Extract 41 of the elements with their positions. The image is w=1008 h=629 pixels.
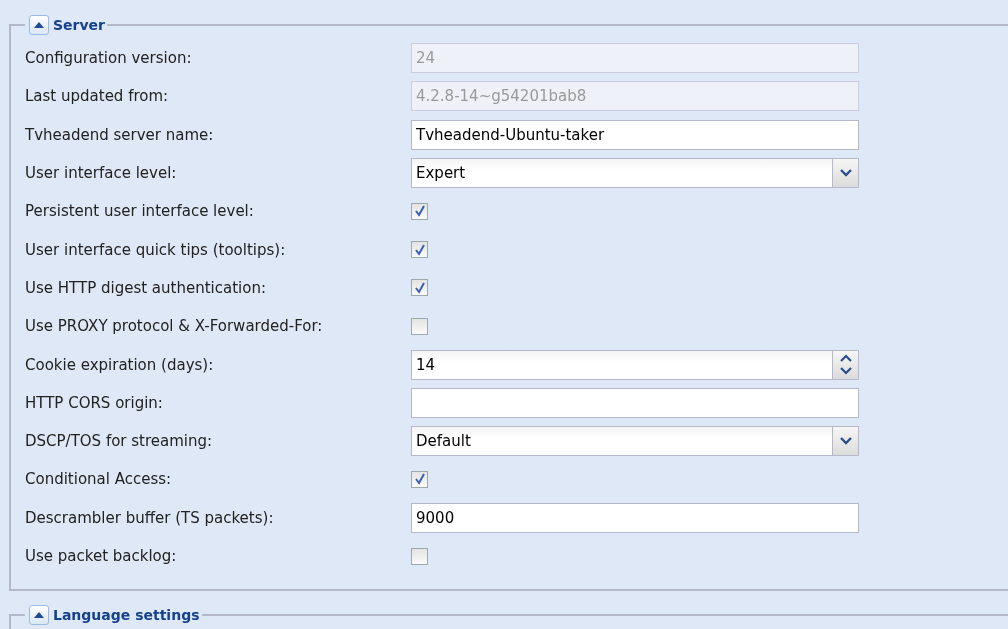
- field-label: Use HTTP digest authentication:: [25, 278, 267, 297]
- checkbox[interactable]: [411, 317, 428, 335]
- checkmark-icon: [413, 281, 426, 294]
- field-label: User interface quick tips (tooltips):: [25, 240, 287, 259]
- number-field[interactable]: 14: [411, 349, 859, 380]
- dropdown-field[interactable]: Default: [411, 426, 859, 457]
- section-title: Server: [53, 17, 105, 33]
- field-label: Descrambler buffer (TS packets):: [25, 508, 275, 527]
- field-label: Use PROXY protocol & X-Forwarded-For:: [25, 317, 324, 336]
- spinner-buttons[interactable]: [832, 350, 858, 379]
- chevron-down-icon: [839, 437, 852, 446]
- field-label: User interface level:: [25, 164, 178, 183]
- text-field[interactable]: Tvheadend-Ubuntu-taker: [411, 119, 859, 150]
- chevron-down-icon: [839, 169, 852, 178]
- dropdown-trigger[interactable]: [832, 159, 858, 188]
- text-field[interactable]: [411, 387, 859, 418]
- field-label: Last updated from:: [25, 87, 170, 106]
- dropdown-field[interactable]: Expert: [411, 158, 859, 189]
- field-label: Tvheadend server name:: [25, 125, 215, 144]
- checkbox[interactable]: [411, 202, 428, 220]
- checkmark-icon: [413, 205, 426, 218]
- checkbox[interactable]: [411, 470, 428, 488]
- section-title: Language settings: [53, 607, 200, 624]
- checkmark-icon: [413, 243, 426, 256]
- checkbox[interactable]: [411, 547, 428, 565]
- field-label: Persistent user interface level:: [25, 202, 255, 221]
- field-label: HTTP CORS origin:: [25, 393, 164, 412]
- checkbox[interactable]: [411, 241, 428, 259]
- collapse-toggle[interactable]: [29, 605, 49, 626]
- dropdown-trigger[interactable]: [832, 427, 858, 456]
- field-label: Cookie expiration (days):: [25, 355, 215, 374]
- field-label: Conditional Access:: [25, 470, 173, 489]
- triangle-up-icon: [34, 22, 44, 28]
- text-field[interactable]: 9000: [411, 502, 859, 533]
- field-label: Configuration version:: [25, 49, 193, 68]
- triangle-up-icon: [34, 612, 44, 619]
- field-label: DSCP/TOS for streaming:: [25, 432, 214, 451]
- collapse-toggle[interactable]: [29, 15, 49, 35]
- checkbox[interactable]: [411, 279, 428, 297]
- checkmark-icon: [413, 473, 426, 486]
- field-label: Use packet backlog:: [25, 547, 178, 565]
